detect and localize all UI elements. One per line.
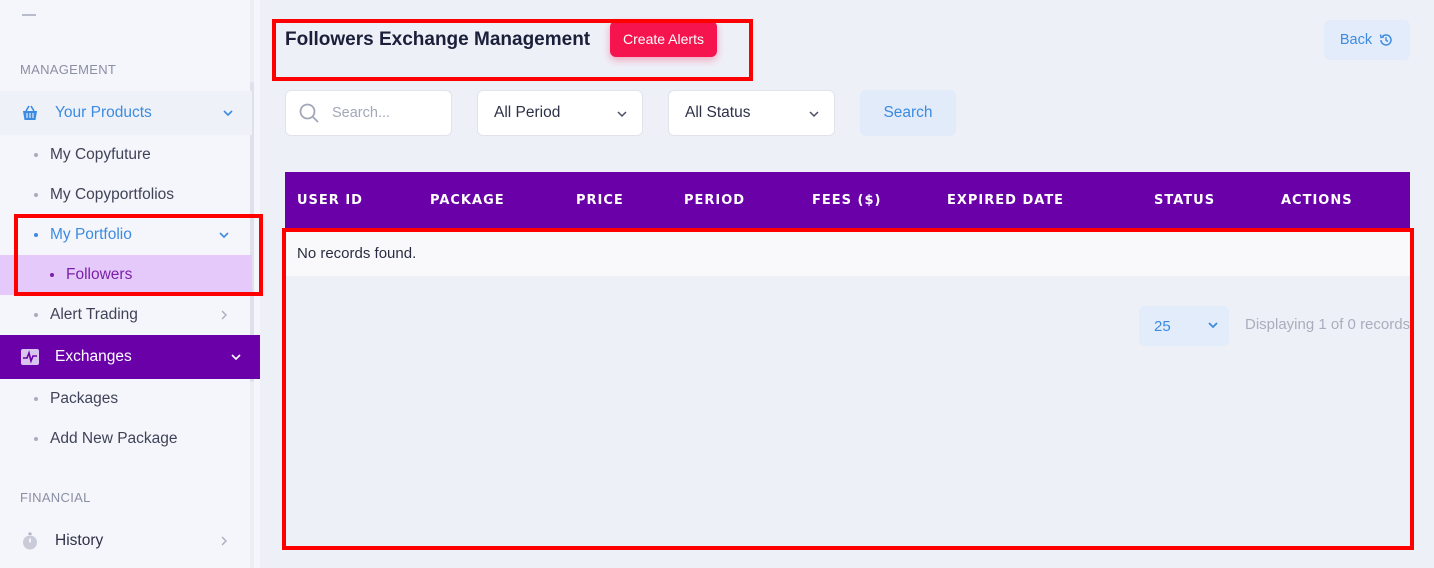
bullet-icon [34, 153, 38, 157]
sidebar-item-your-products[interactable]: Your Products [0, 91, 252, 135]
stopwatch-icon [20, 531, 40, 551]
chevron-down-icon [231, 354, 241, 361]
search-button[interactable]: Search [860, 90, 956, 136]
activity-icon [20, 347, 40, 367]
sidebar-item-label: Your Products [55, 104, 152, 121]
sidebar-item-label: History [55, 532, 104, 549]
column-header-fees[interactable]: FEES ($) [812, 172, 881, 228]
sidebar-item-my-copyportfolios[interactable]: My Copyportfolios [0, 175, 252, 215]
status-select[interactable]: All Status [668, 90, 835, 136]
column-header-status[interactable]: STATUS [1154, 172, 1215, 228]
section-label-management: MANAGEMENT [20, 62, 117, 77]
search-icon [299, 103, 319, 123]
chevron-down-icon [809, 111, 819, 118]
bullet-icon [34, 313, 38, 317]
sidebar-item-add-new-package[interactable]: Add New Package [0, 419, 252, 459]
sidebar-item-label: My Copyfuture [50, 146, 151, 163]
column-header-period[interactable]: PERIOD [684, 172, 745, 228]
sidebar-item-alert-trading[interactable]: Alert Trading [0, 295, 252, 335]
status-select-value: All Status [685, 104, 751, 121]
table-header: USER ID PACKAGE PRICE PERIOD FEES ($) EX… [285, 172, 1410, 228]
history-icon [1379, 34, 1392, 46]
search-field[interactable] [285, 90, 452, 136]
highlight-box-header [272, 19, 753, 81]
column-header-package[interactable]: PACKAGE [430, 172, 505, 228]
back-button[interactable]: Back [1324, 20, 1410, 60]
period-select[interactable]: All Period [477, 90, 643, 136]
chevron-down-icon [617, 111, 627, 118]
column-header-user-id[interactable]: USER ID [297, 172, 363, 228]
sidebar-item-label: Packages [50, 390, 119, 407]
collapse-handle[interactable] [22, 14, 36, 16]
sidebar-item-label: My Copyportfolios [50, 186, 175, 203]
chevron-right-icon [221, 536, 227, 546]
basket-icon [20, 103, 40, 123]
section-label-financial: FINANCIAL [20, 490, 91, 505]
sidebar-item-label: Exchanges [55, 348, 132, 365]
sidebar-item-exchanges[interactable]: Exchanges [0, 335, 260, 379]
back-button-label: Back [1339, 32, 1373, 48]
period-select-value: All Period [494, 104, 561, 121]
chevron-down-icon [223, 110, 233, 117]
bullet-icon [34, 437, 38, 441]
sidebar-item-history[interactable]: History [0, 519, 252, 563]
sidebar-item-label: Add New Package [50, 430, 178, 447]
search-input[interactable] [332, 105, 442, 121]
sidebar-item-packages[interactable]: Packages [0, 379, 252, 419]
sidebar-item-my-copyfuture[interactable]: My Copyfuture [0, 135, 252, 175]
highlight-box-portfolio [14, 214, 263, 296]
bullet-icon [34, 193, 38, 197]
chevron-right-icon [221, 310, 227, 320]
column-header-expired-date[interactable]: EXPIRED DATE [947, 172, 1064, 228]
column-header-price[interactable]: PRICE [576, 172, 624, 228]
sidebar-item-label: Alert Trading [50, 306, 138, 323]
bullet-icon [34, 397, 38, 401]
column-header-actions: ACTIONS [1281, 192, 1353, 208]
highlight-box-table [282, 228, 1414, 550]
